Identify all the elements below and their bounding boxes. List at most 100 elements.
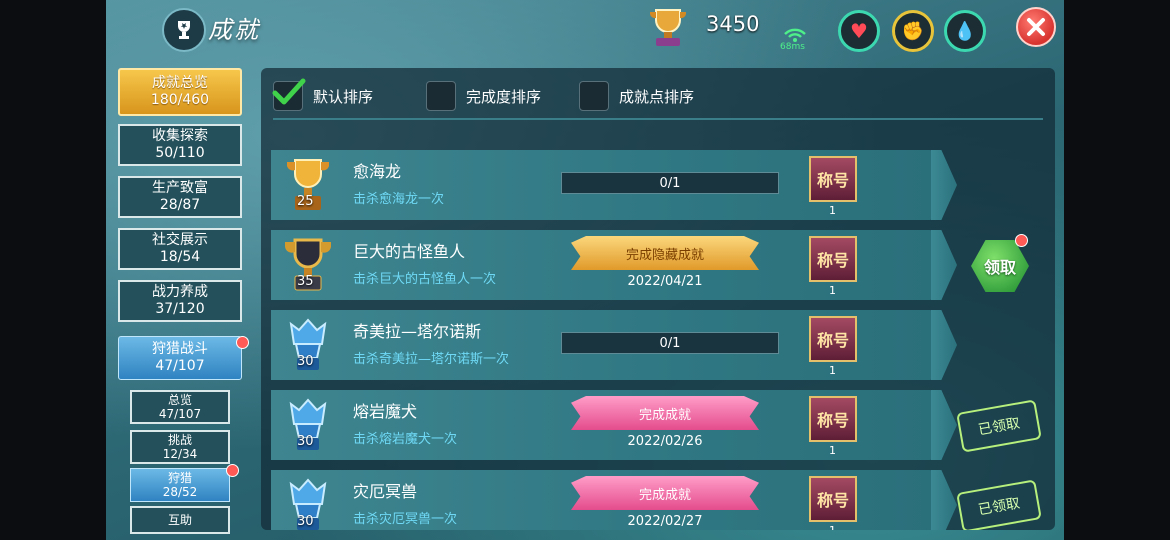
divider	[273, 118, 1043, 120]
page-title: 成就	[208, 16, 260, 44]
category-power[interactable]: 战力养成 37/120	[118, 280, 242, 322]
sort-completion[interactable]: 完成度排序	[426, 80, 541, 112]
achievement-row[interactable]: 30 熔岩魔犬 击杀熔岩魔犬一次 完成成就 2022/02/26 称号 1	[271, 390, 951, 460]
subcategory-count: 47/107	[158, 407, 202, 421]
achievement-desc: 击杀巨大的古怪鱼人一次	[353, 272, 497, 287]
category-count: 28/87	[159, 197, 201, 213]
row-arrow	[931, 470, 957, 530]
reward-count: 1	[829, 444, 836, 457]
top-bar: 成就 3450 68ms ♥ ✊ 💧	[106, 0, 1064, 56]
completion-date: 2022/02/26	[627, 434, 703, 449]
reward-count: 1	[829, 204, 836, 217]
notification-dot	[236, 336, 249, 349]
trophy-icon	[162, 8, 206, 52]
close-icon	[1027, 18, 1045, 36]
hidden-achievement-ribbon: 完成隐藏成就	[571, 236, 759, 270]
title-reward-icon[interactable]: 称号	[809, 396, 857, 442]
achievement-points: 25	[297, 194, 314, 209]
claimed-stamp: 已领取	[956, 479, 1042, 530]
reward-count: 1	[829, 524, 836, 530]
checkbox[interactable]	[426, 81, 456, 111]
title-reward-icon[interactable]: 称号	[809, 316, 857, 362]
wifi-signal-icon	[784, 28, 806, 42]
category-production[interactable]: 生产致富 28/87	[118, 176, 242, 218]
title-reward-icon[interactable]: 称号	[809, 156, 857, 202]
category-label: 成就总览	[152, 75, 208, 91]
sort-default[interactable]: 默认排序	[272, 78, 374, 112]
complete-ribbon: 完成成就	[571, 476, 759, 510]
achievement-name: 奇美拉—塔尔诺斯	[353, 322, 482, 341]
achievement-points: 30	[297, 354, 314, 369]
achievement-points: 30	[297, 434, 314, 449]
category-overview[interactable]: 成就总览 180/460	[118, 68, 242, 116]
close-button[interactable]	[1016, 7, 1056, 47]
row-arrow	[931, 230, 957, 300]
subcategory-count: 28/52	[162, 485, 198, 499]
subcategory-help[interactable]: 互助	[130, 506, 230, 534]
subcategory-hunt[interactable]: 狩猎 28/52	[130, 468, 230, 502]
category-label: 收集探索	[152, 128, 208, 144]
category-count: 18/54	[159, 249, 201, 265]
category-hunting[interactable]: 狩猎战斗 47/107	[118, 336, 242, 380]
health-status: ♥	[838, 10, 880, 52]
achievement-desc: 击杀灾厄冥兽一次	[353, 512, 458, 527]
subcategory-label: 互助	[167, 513, 192, 527]
checkbox[interactable]	[579, 81, 609, 111]
row-arrow	[931, 390, 957, 460]
category-collect-explore[interactable]: 收集探索 50/110	[118, 124, 242, 166]
subcategory-label: 狩猎	[167, 471, 192, 485]
achievement-points-icon	[650, 9, 686, 46]
achievement-row[interactable]: 35 巨大的古怪鱼人 击杀巨大的古怪鱼人一次 完成隐藏成就 2022/04/21…	[271, 230, 951, 300]
completion-date: 2022/02/27	[627, 514, 703, 529]
achievement-points: 30	[297, 514, 314, 529]
achievement-desc: 击杀熔岩魔犬一次	[353, 432, 458, 447]
subcategory-label: 总览	[167, 393, 192, 407]
category-count: 47/107	[155, 358, 205, 374]
reward-count: 1	[829, 284, 836, 297]
achievement-name: 愈海龙	[353, 162, 402, 181]
complete-ribbon: 完成成就	[571, 396, 759, 430]
achievement-row[interactable]: 30 灾厄冥兽 击杀灾厄冥兽一次 完成成就 2022/02/27 称号 1	[271, 470, 951, 530]
arm-icon: ✊	[901, 20, 925, 42]
category-social[interactable]: 社交展示 18/54	[118, 228, 242, 270]
achievement-panel: 默认排序 完成度排序 成就点排序 25 愈海龙 击杀愈海龙一次 0/1 称号 1…	[261, 68, 1055, 530]
claimed-stamp: 已领取	[956, 399, 1042, 453]
achievement-list[interactable]: 25 愈海龙 击杀愈海龙一次 0/1 称号 1 35 巨大的古怪鱼人 击杀巨大的…	[271, 122, 1051, 530]
notification-dot	[226, 464, 239, 477]
reward-count: 1	[829, 364, 836, 377]
progress-bar: 0/1	[561, 172, 779, 194]
sort-label: 完成度排序	[466, 87, 542, 106]
heart-icon: ♥	[850, 19, 868, 43]
sort-label: 成就点排序	[619, 87, 695, 106]
achievement-points: 3450	[706, 12, 760, 36]
sort-points[interactable]: 成就点排序	[579, 80, 694, 112]
claim-button[interactable]: 领取	[971, 240, 1029, 292]
achievement-desc: 击杀愈海龙一次	[353, 192, 445, 207]
game-screen: 成就 3450 68ms ♥ ✊ 💧 成就总览 180/460 收集探索 50/…	[106, 0, 1064, 540]
title-reward-icon[interactable]: 称号	[809, 236, 857, 282]
achievement-name: 灾厄冥兽	[353, 482, 418, 501]
water-drop-icon: 💧	[953, 20, 977, 42]
category-label: 战力养成	[152, 284, 208, 300]
water-status: 💧	[944, 10, 986, 52]
category-label: 狩猎战斗	[152, 341, 208, 357]
strength-status: ✊	[892, 10, 934, 52]
achievement-points: 35	[297, 274, 314, 289]
ping-readout: 68ms	[780, 42, 805, 52]
achievement-name: 熔岩魔犬	[353, 402, 418, 421]
row-arrow	[931, 150, 957, 220]
achievement-row[interactable]: 30 奇美拉—塔尔诺斯 击杀奇美拉—塔尔诺斯一次 0/1 称号 1	[271, 310, 951, 380]
achievement-row[interactable]: 25 愈海龙 击杀愈海龙一次 0/1 称号 1	[271, 150, 951, 220]
row-arrow	[931, 310, 957, 380]
checkbox[interactable]	[272, 78, 306, 111]
subcategory-overview[interactable]: 总览 47/107	[130, 390, 230, 424]
subcategory-label: 挑战	[167, 433, 192, 447]
category-count: 180/460	[150, 92, 210, 108]
subcategory-challenge[interactable]: 挑战 12/34	[130, 430, 230, 464]
category-count: 37/120	[155, 301, 205, 317]
subcategory-count: 12/34	[162, 447, 198, 461]
category-label: 社交展示	[152, 232, 208, 248]
title-reward-icon[interactable]: 称号	[809, 476, 857, 522]
sort-label: 默认排序	[313, 87, 374, 106]
category-sidebar: 成就总览 180/460 收集探索 50/110 生产致富 28/87 社交展示…	[106, 66, 256, 540]
